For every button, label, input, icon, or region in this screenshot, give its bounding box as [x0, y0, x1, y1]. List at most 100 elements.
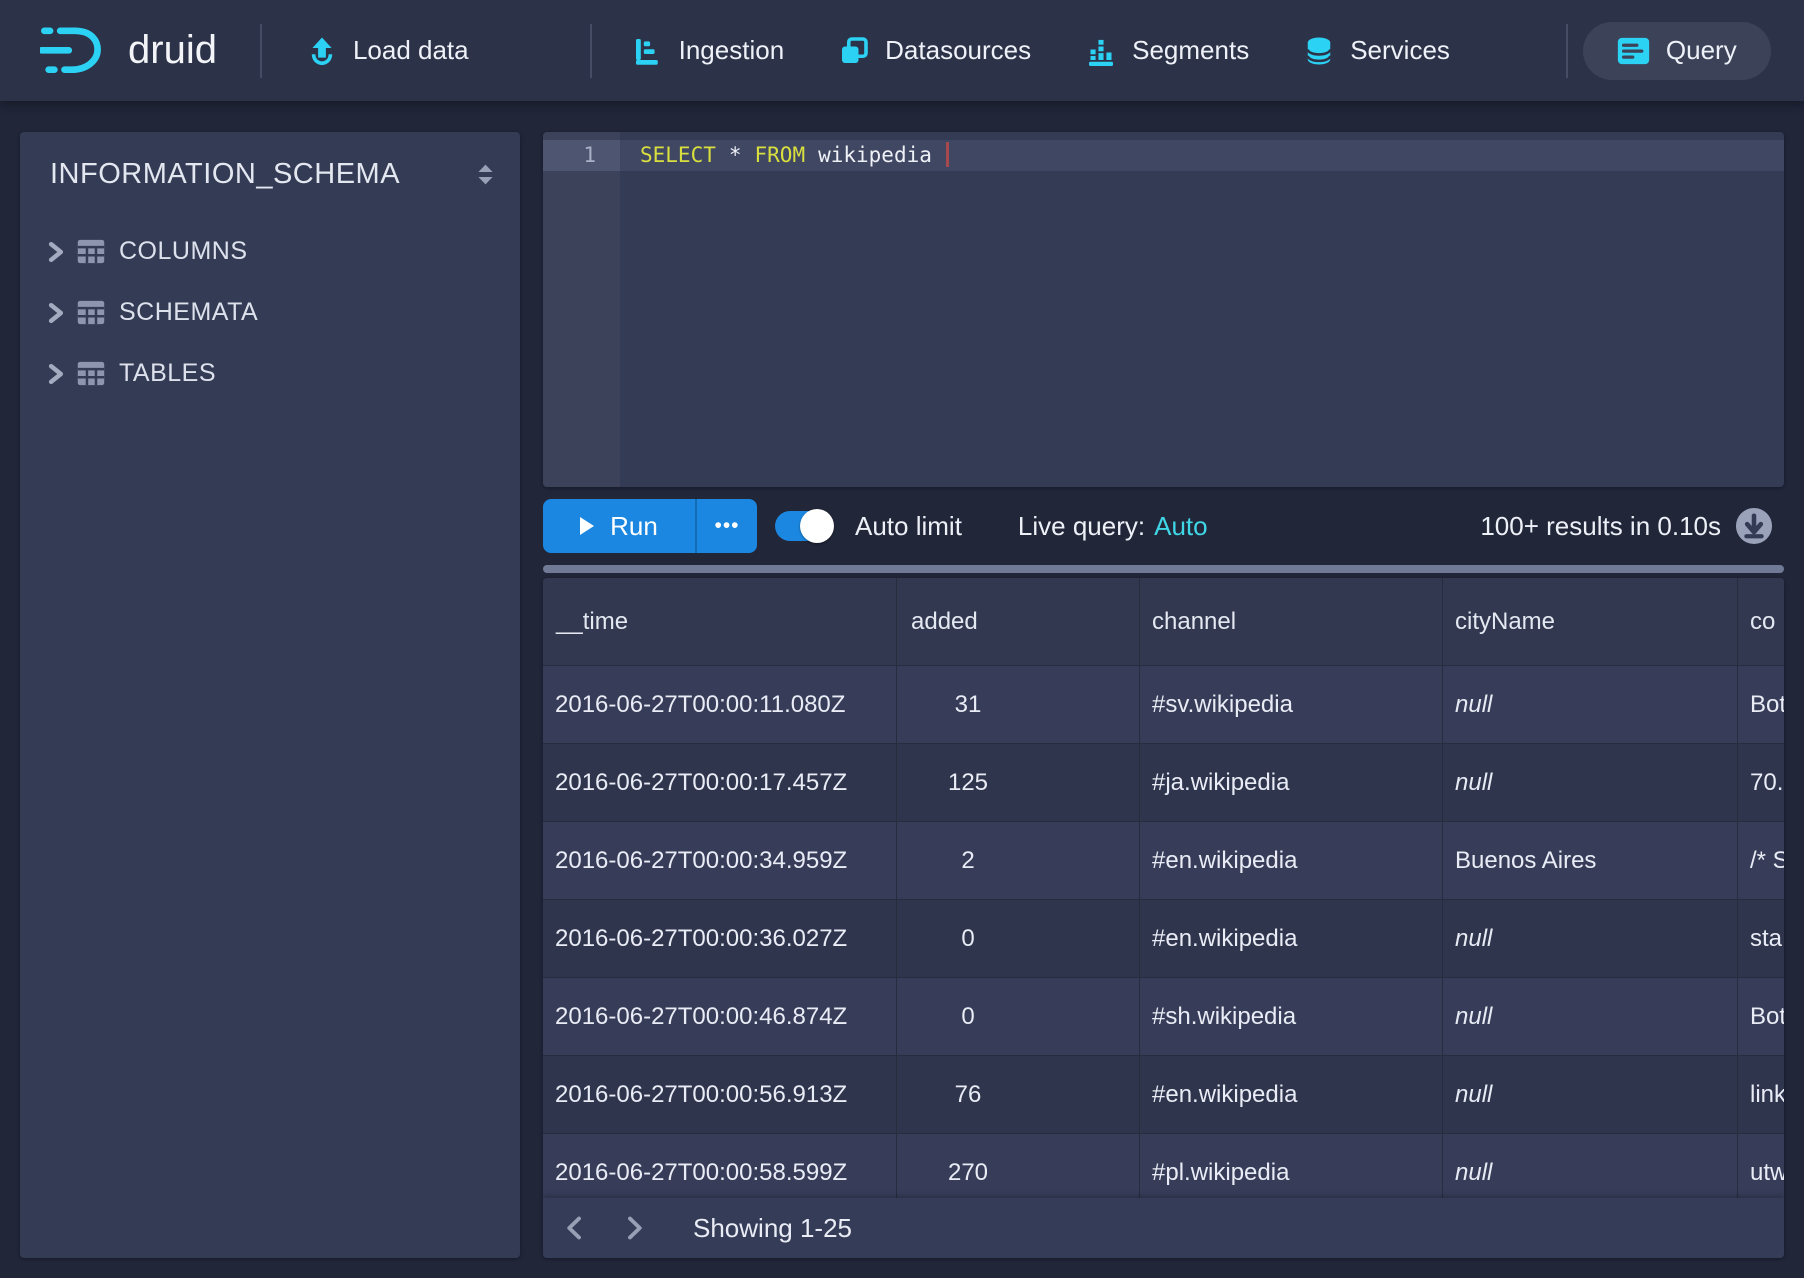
table-cell[interactable]: 2016-06-27T00:00:34.959Z — [543, 822, 897, 899]
table-cell[interactable]: 2016-06-27T00:00:46.874Z — [543, 978, 897, 1055]
table-cell[interactable]: 2016-06-27T00:00:56.913Z — [543, 1056, 897, 1133]
results-body: 2016-06-27T00:00:11.080Z31#sv.wikipedian… — [543, 666, 1784, 1212]
table-cell[interactable]: null — [1443, 900, 1738, 977]
nav-item-label: Ingestion — [679, 35, 785, 66]
nav-divider — [260, 24, 262, 78]
nav-item-segments[interactable]: Segments — [1086, 35, 1249, 66]
column-header-added[interactable]: added — [897, 578, 1140, 665]
auto-limit-label[interactable]: Auto limit — [855, 511, 962, 542]
segments-icon — [1086, 36, 1116, 66]
nav-item-ingestion[interactable]: Ingestion — [633, 35, 785, 66]
table-cell[interactable]: #en.wikipedia — [1140, 1056, 1443, 1133]
table-cell[interactable]: null — [1443, 978, 1738, 1055]
double-caret-vertical-icon[interactable] — [477, 163, 494, 186]
table-row: 2016-06-27T00:00:56.913Z76#en.wikipedian… — [543, 1056, 1784, 1134]
table-icon — [77, 361, 105, 386]
services-icon — [1304, 36, 1334, 66]
table-cell[interactable]: 2 — [897, 822, 1140, 899]
table-cell[interactable]: 2016-06-27T00:00:17.457Z — [543, 744, 897, 821]
toggle-knob — [800, 509, 834, 543]
tree-item-tables[interactable]: TABLES — [20, 343, 520, 404]
column-header-channel[interactable]: channel — [1140, 578, 1443, 665]
table-cell[interactable]: 2016-06-27T00:00:11.080Z — [543, 666, 897, 743]
query-icon — [1617, 37, 1650, 65]
results-table: __time added channel cityName co 2016-06… — [543, 578, 1784, 1258]
play-icon — [580, 517, 594, 535]
chevron-right-icon[interactable] — [46, 241, 65, 263]
chevron-right-icon[interactable] — [46, 363, 65, 385]
editor-cursor — [946, 142, 949, 167]
sql-code-line[interactable]: SELECT*FROMwikipedia — [640, 140, 949, 171]
table-cell[interactable]: null — [1443, 1056, 1738, 1133]
druid-logo-icon — [40, 22, 112, 80]
results-summary: 100+ results in 0.10s — [1480, 511, 1721, 542]
results-header-row: __time added channel cityName co — [543, 578, 1784, 666]
nav-item-label: Datasources — [885, 35, 1031, 66]
table-cell[interactable]: 125 — [897, 744, 1140, 821]
run-more-button[interactable]: ••• — [695, 499, 757, 553]
showing-label: Showing 1-25 — [693, 1213, 852, 1244]
column-header-comment[interactable]: co — [1738, 578, 1784, 665]
table-cell[interactable]: 70. — [1738, 744, 1784, 821]
results-horizontal-scrollbar[interactable] — [543, 565, 1784, 573]
table-cell[interactable]: Bot — [1738, 978, 1784, 1055]
table-icon — [77, 239, 105, 264]
brand-wordmark: druid — [128, 28, 217, 73]
tree-item-columns[interactable]: COLUMNS — [20, 221, 520, 282]
chevron-right-icon[interactable] — [46, 302, 65, 324]
table-cell[interactable]: #en.wikipedia — [1140, 900, 1443, 977]
query-toolbar: Run ••• Auto limit Live query: Auto 100+… — [543, 487, 1784, 565]
nav-item-label: Segments — [1132, 35, 1249, 66]
table-cell[interactable]: 0 — [897, 978, 1140, 1055]
table-cell[interactable]: link — [1738, 1056, 1784, 1133]
results-pagination: Showing 1-25 — [543, 1198, 1784, 1258]
table-cell[interactable]: #en.wikipedia — [1140, 822, 1443, 899]
table-cell[interactable]: 31 — [897, 666, 1140, 743]
sql-editor[interactable]: 1 SELECT*FROMwikipedia — [543, 132, 1784, 487]
nav-item-datasources[interactable]: Datasources — [839, 35, 1031, 66]
table-cell[interactable]: #sv.wikipedia — [1140, 666, 1443, 743]
table-cell[interactable]: Buenos Aires — [1443, 822, 1738, 899]
table-cell[interactable]: #sh.wikipedia — [1140, 978, 1443, 1055]
live-query-value[interactable]: Auto — [1154, 511, 1208, 542]
table-row: 2016-06-27T00:00:34.959Z2#en.wikipediaBu… — [543, 822, 1784, 900]
ingestion-icon — [633, 36, 663, 66]
nav-item-query[interactable]: Query — [1583, 22, 1771, 80]
table-row: 2016-06-27T00:00:36.027Z0#en.wikipedianu… — [543, 900, 1784, 978]
sql-keyword: FROM — [755, 143, 806, 167]
table-cell[interactable]: Bot — [1738, 666, 1784, 743]
load-data-icon — [307, 36, 337, 66]
auto-limit-toggle[interactable] — [775, 511, 833, 541]
schema-selector-label[interactable]: INFORMATION_SCHEMA — [50, 158, 400, 191]
datasources-icon — [839, 36, 869, 66]
table-cell[interactable]: /* S — [1738, 822, 1784, 899]
table-cell[interactable]: null — [1443, 744, 1738, 821]
editor-gutter — [543, 132, 620, 487]
nav-item-label: Load data — [353, 35, 469, 66]
next-page-icon[interactable] — [617, 1211, 651, 1245]
nav-divider — [1566, 24, 1568, 78]
table-icon — [77, 300, 105, 325]
nav-item-services[interactable]: Services — [1304, 35, 1450, 66]
table-row: 2016-06-27T00:00:17.457Z125#ja.wikipedia… — [543, 744, 1784, 822]
tree-item-label: SCHEMATA — [119, 298, 258, 327]
run-button-label: Run — [610, 511, 658, 542]
table-cell[interactable]: null — [1443, 666, 1738, 743]
nav-item-load-data[interactable]: Load data — [307, 35, 469, 66]
table-cell[interactable]: 2016-06-27T00:00:36.027Z — [543, 900, 897, 977]
tree-item-label: COLUMNS — [119, 237, 248, 266]
table-cell[interactable]: #ja.wikipedia — [1140, 744, 1443, 821]
previous-page-icon[interactable] — [557, 1211, 591, 1245]
table-cell[interactable]: sta — [1738, 900, 1784, 977]
column-header-cityname[interactable]: cityName — [1443, 578, 1738, 665]
tree-item-schemata[interactable]: SCHEMATA — [20, 282, 520, 343]
table-cell[interactable]: 0 — [897, 900, 1140, 977]
run-button[interactable]: Run — [543, 499, 695, 553]
sql-star: * — [729, 143, 742, 167]
druid-logo[interactable]: druid — [40, 22, 217, 80]
table-cell[interactable]: 76 — [897, 1056, 1140, 1133]
download-icon[interactable] — [1735, 507, 1773, 545]
table-row: 2016-06-27T00:00:11.080Z31#sv.wikipedian… — [543, 666, 1784, 744]
column-header-time[interactable]: __time — [543, 578, 897, 665]
top-nav: druid Load data Ingestion — [0, 0, 1804, 101]
